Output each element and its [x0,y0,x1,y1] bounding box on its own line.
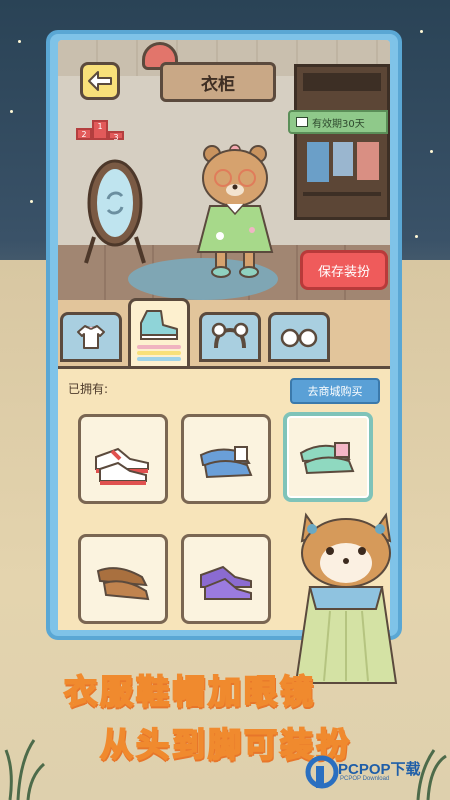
mint-pink-slip-ons-icon [299,442,355,475]
validity-text: 有效期30天 [312,118,365,130]
red-white-sneakers-icon [95,447,149,485]
purple-sneakers-icon [200,565,252,600]
shirt-icon [77,325,105,349]
wardrobe [294,64,390,220]
back-button[interactable] [80,62,120,100]
mirror-icon[interactable] [80,155,150,265]
headband-icon [211,322,249,349]
fox-character [294,512,398,684]
save-outfit-button[interactable]: 保存装扮 [300,250,388,290]
tab-clothes[interactable] [60,312,122,362]
shoe-icon [137,310,181,361]
watermark-sub: PCPOP Download [340,776,390,782]
owned-label: 已拥有: [68,382,109,396]
inventory-item-blue-white-slip-ons[interactable] [181,414,271,504]
inventory-item-purple-sneakers[interactable] [181,534,271,624]
tab-headwear[interactable] [199,312,261,362]
go-to-shop-button[interactable]: 去商城购买 [290,378,380,404]
page-title: 衣柜 [160,62,276,102]
calendar-icon [296,117,308,127]
brown-loafers-icon [96,567,150,601]
inventory-item-brown-loafers[interactable] [78,534,168,624]
inventory-item-red-white-sneakers[interactable] [78,414,168,504]
grass-left-icon [4,739,46,800]
validity-badge: 有效期30天 [288,110,388,134]
blue-white-slip-ons-icon [199,446,253,479]
promo-line-1: 衣服鞋帽加眼镜 [63,671,316,712]
back-arrow-icon [88,71,112,91]
tab-shoes[interactable] [128,298,190,370]
inventory-item-mint-pink-slip-ons[interactable] [283,412,373,502]
tab-glasses[interactable] [268,312,330,362]
glasses-icon [280,328,318,348]
ranking-icon[interactable]: 2 1 3 [76,118,124,142]
bear-character [196,144,274,278]
